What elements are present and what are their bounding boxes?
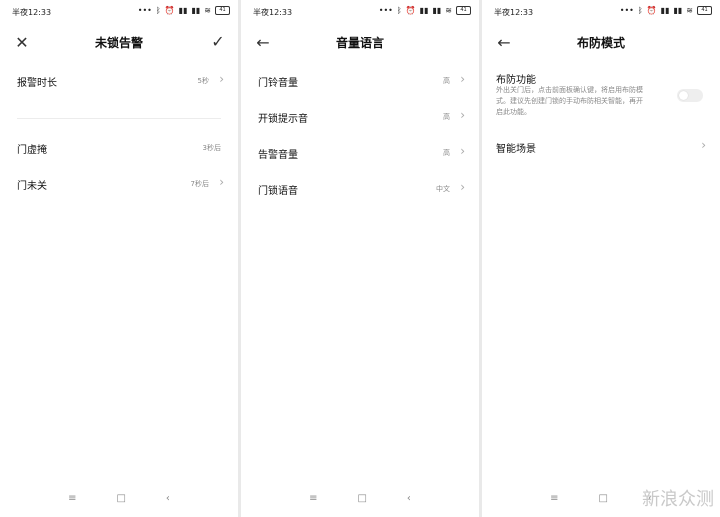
row-value: 5秒	[197, 77, 209, 85]
page-title: 音量语言	[335, 36, 384, 50]
screens-container: 半夜12:33 ••• ᛒ ⏰ ▮▮ ▮▮ ≋ 41 ✕ 未锁告警 ✓ 报警时长…	[0, 0, 720, 517]
section-divider	[17, 118, 221, 119]
row-door-not-closed[interactable]: 门未关 7秒后 ›	[0, 165, 238, 201]
signal-icon: ▮▮	[178, 5, 188, 15]
watermark: 新浪众测	[642, 489, 714, 510]
status-bar: 半夜12:33 ••• ᛒ ⏰ ▮▮ ▮▮ ≋ 41	[0, 0, 238, 24]
menu-icon[interactable]: ≡	[68, 493, 76, 509]
screen-arm-mode: 半夜12:33 ••• ᛒ ⏰ ▮▮ ▮▮ ≋ 41 ← 布防模式 布防功能 外…	[482, 0, 720, 517]
battery-icon: 41	[456, 6, 471, 15]
status-time: 半夜12:33	[253, 8, 293, 17]
row-label: 门铃音量	[258, 78, 298, 89]
row-value: 高	[443, 113, 450, 121]
nav-back-icon[interactable]: ‹	[407, 493, 411, 509]
row-value: 高	[443, 149, 450, 157]
row-value: 高	[443, 77, 450, 85]
row-alarm-duration[interactable]: 报警时长 5秒 ›	[0, 62, 238, 98]
menu-icon[interactable]: ≡	[550, 493, 558, 509]
wifi-icon: ≋	[445, 5, 452, 15]
alarm-icon: ⏰	[405, 5, 416, 15]
row-label: 门未关	[17, 181, 47, 192]
row-label: 智能场景	[496, 144, 536, 155]
row-doorbell-volume[interactable]: 门铃音量 高 ›	[241, 62, 479, 98]
feature-section: 布防功能 外出关门后，点击前面板确认键，将启用布防模式。建议先创建门锁的手动布防…	[482, 0, 720, 140]
chevron-right-icon: ›	[701, 138, 706, 152]
row-label: 门锁语音	[258, 186, 298, 197]
dots-icon: •••	[378, 5, 393, 15]
chevron-right-icon: ›	[219, 72, 224, 86]
row-label: 门虚掩	[17, 145, 47, 156]
nav-bar: ≡ □ ‹	[241, 493, 479, 509]
page-title: 未锁告警	[94, 36, 143, 50]
home-icon[interactable]: □	[116, 493, 125, 509]
screen-volume-language: 半夜12:33 ••• ᛒ ⏰ ▮▮ ▮▮ ≋ 41 ← 音量语言 门铃音量 高…	[241, 0, 479, 517]
status-time: 半夜12:33	[12, 8, 52, 17]
chevron-right-icon: ›	[460, 108, 465, 122]
header: ✕ 未锁告警 ✓	[0, 24, 238, 58]
row-label: 报警时长	[17, 78, 57, 89]
screen-unlocked-alarm: 半夜12:33 ••• ᛒ ⏰ ▮▮ ▮▮ ≋ 41 ✕ 未锁告警 ✓ 报警时长…	[0, 0, 238, 517]
signal-2-icon: ▮▮	[191, 5, 201, 15]
bluetooth-icon: ᛒ	[396, 5, 402, 15]
status-icons: ••• ᛒ ⏰ ▮▮ ▮▮ ≋ 41	[379, 6, 471, 15]
nav-bar: ≡ □ ‹	[0, 493, 238, 509]
row-value: 7秒后	[190, 180, 209, 188]
status-icons: ••• ᛒ ⏰ ▮▮ ▮▮ ≋ 41	[138, 6, 230, 15]
row-alarm-volume[interactable]: 告警音量 高 ›	[241, 134, 479, 170]
check-icon[interactable]: ✓	[208, 31, 228, 51]
dots-icon: •••	[137, 5, 152, 15]
header: ← 音量语言	[241, 24, 479, 58]
signal-2-icon: ▮▮	[432, 5, 442, 15]
feature-description: 外出关门后，点击前面板确认键，将启用布防模式。建议先创建门锁的手动布防相关智能，…	[496, 86, 643, 116]
chevron-right-icon: ›	[460, 180, 465, 194]
nav-back-icon[interactable]: ‹	[166, 493, 170, 509]
chevron-right-icon: ›	[219, 175, 224, 189]
alarm-icon: ⏰	[164, 5, 175, 15]
row-value: 中文	[436, 185, 450, 193]
home-icon[interactable]: □	[598, 493, 607, 509]
row-unlock-sound[interactable]: 开锁提示音 高 ›	[241, 98, 479, 134]
status-bar: 半夜12:33 ••• ᛒ ⏰ ▮▮ ▮▮ ≋ 41	[241, 0, 479, 24]
arm-toggle[interactable]	[677, 89, 703, 102]
row-lock-voice[interactable]: 门锁语音 中文 ›	[241, 170, 479, 206]
menu-icon[interactable]: ≡	[309, 493, 317, 509]
toggle-knob	[679, 91, 688, 100]
chevron-right-icon: ›	[460, 72, 465, 86]
bluetooth-icon: ᛒ	[155, 5, 161, 15]
chevron-right-icon: ›	[460, 144, 465, 158]
wifi-icon: ≋	[204, 5, 211, 15]
row-smart-scene[interactable]: 智能场景 ›	[482, 128, 720, 164]
home-icon[interactable]: □	[357, 493, 366, 509]
feature-title: 布防功能	[496, 75, 536, 86]
row-label: 告警音量	[258, 150, 298, 161]
row-door-ajar[interactable]: 门虚掩 3秒后	[0, 129, 238, 165]
battery-icon: 41	[215, 6, 230, 15]
row-label: 开锁提示音	[258, 114, 308, 125]
row-value: 3秒后	[202, 144, 221, 152]
signal-icon: ▮▮	[419, 5, 429, 15]
